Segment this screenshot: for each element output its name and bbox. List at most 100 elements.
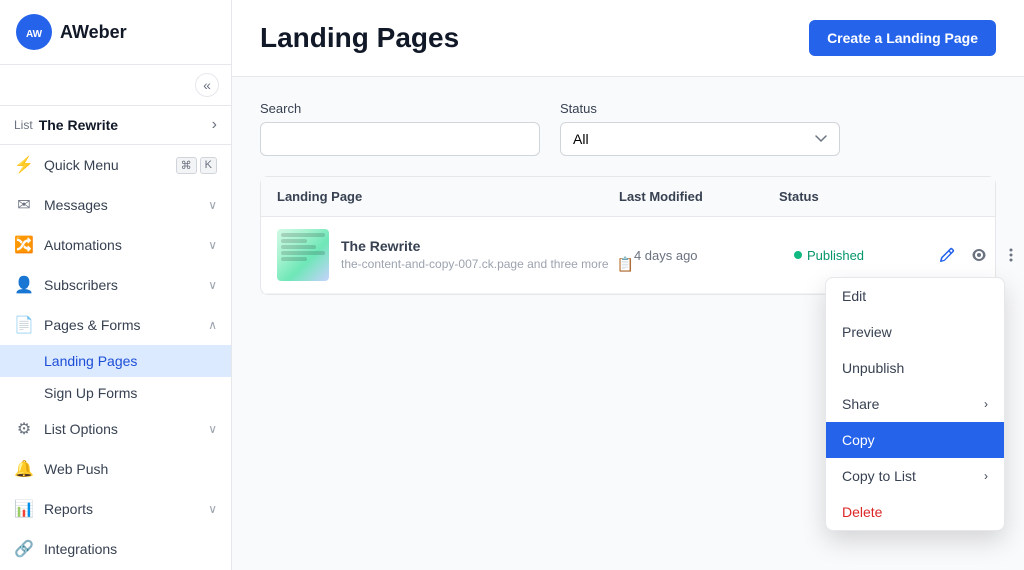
kbd-k: K	[200, 157, 217, 174]
menu-item-share[interactable]: Share ›	[826, 386, 1004, 422]
subscribers-icon: 👤	[14, 275, 34, 295]
search-input[interactable]	[260, 122, 540, 156]
integrations-icon: 🔗	[14, 539, 34, 559]
col-actions	[919, 189, 979, 204]
logo-area: AW AWeber	[0, 0, 231, 65]
page-name: The Rewrite	[341, 238, 634, 254]
edit-icon	[939, 247, 955, 263]
eye-icon	[971, 247, 987, 263]
kbd-cmd: ⌘	[176, 157, 197, 174]
nav-web-push[interactable]: 🔔 Web Push	[0, 449, 231, 489]
more-options-button[interactable]	[998, 242, 1024, 268]
web-push-label: Web Push	[44, 461, 217, 477]
menu-delete-label: Delete	[842, 504, 882, 520]
list-options-icon: ⚙	[14, 419, 34, 439]
status-dot-icon	[794, 251, 802, 259]
quick-menu-label: Quick Menu	[44, 157, 166, 173]
reports-icon: 📊	[14, 499, 34, 519]
thumb-line-5	[281, 257, 307, 261]
nav-subscribers[interactable]: 👤 Subscribers ∨	[0, 265, 231, 305]
search-label: Search	[260, 101, 540, 116]
collapse-sidebar-button[interactable]: «	[195, 73, 219, 97]
list-label: List	[14, 118, 33, 132]
status-filter-group: Status All Published Unpublished Draft	[560, 101, 840, 156]
menu-copy-to-list-label: Copy to List	[842, 468, 916, 484]
menu-edit-label: Edit	[842, 288, 866, 304]
search-filter-group: Search	[260, 101, 540, 156]
menu-item-edit[interactable]: Edit	[826, 278, 1004, 314]
menu-share-label: Share	[842, 396, 879, 412]
sidebar-item-landing-pages[interactable]: Landing Pages	[0, 345, 231, 377]
main-area: Landing Pages Create a Landing Page Sear…	[232, 0, 1024, 570]
menu-item-copy[interactable]: Copy	[826, 422, 1004, 458]
filters-row: Search Status All Published Unpublished …	[260, 101, 996, 156]
reports-label: Reports	[44, 501, 198, 517]
thumb-line-3	[281, 245, 316, 249]
menu-unpublish-label: Unpublish	[842, 360, 904, 376]
menu-item-copy-to-list[interactable]: Copy to List ›	[826, 458, 1004, 494]
pages-forms-icon: 📄	[14, 315, 34, 335]
menu-item-preview[interactable]: Preview	[826, 314, 1004, 350]
keyboard-shortcut: ⌘ K	[176, 157, 217, 174]
menu-item-unpublish[interactable]: Unpublish	[826, 350, 1004, 386]
col-landing-page: Landing Page	[277, 189, 619, 204]
nav-list-options[interactable]: ⚙ List Options ∨	[0, 409, 231, 449]
list-name: The Rewrite	[39, 117, 206, 133]
sign-up-forms-sub-label: Sign Up Forms	[44, 385, 137, 401]
menu-copy-label: Copy	[842, 432, 875, 448]
preview-button[interactable]	[966, 242, 992, 268]
messages-icon: ✉	[14, 195, 34, 215]
nav-pages-forms[interactable]: 📄 Pages & Forms ∧	[0, 305, 231, 345]
status-text: Published	[807, 248, 864, 263]
automations-label: Automations	[44, 237, 198, 253]
quick-menu-icon: ⚡	[14, 155, 34, 175]
automations-icon: 🔀	[14, 235, 34, 255]
svg-text:AW: AW	[26, 29, 43, 40]
create-landing-page-button[interactable]: Create a Landing Page	[809, 20, 996, 56]
list-options-chevron-icon: ∨	[208, 422, 217, 436]
copy-link-icon[interactable]: 📋	[617, 256, 634, 273]
page-title: Landing Pages	[260, 22, 459, 54]
page-details: The Rewrite the-content-and-copy-007.ck.…	[341, 238, 634, 273]
list-selector[interactable]: List The Rewrite ›	[0, 106, 231, 145]
thumb-line-1	[281, 233, 325, 237]
more-dots-icon	[1003, 247, 1019, 263]
brand-name: AWeber	[60, 22, 127, 43]
col-status: Status	[779, 189, 919, 204]
automations-chevron-icon: ∨	[208, 238, 217, 252]
landing-pages-sub-label: Landing Pages	[44, 353, 137, 369]
messages-label: Messages	[44, 197, 198, 213]
page-thumbnail	[277, 229, 329, 281]
nav-quick-menu[interactable]: ⚡ Quick Menu ⌘ K	[0, 145, 231, 185]
nav-reports[interactable]: 📊 Reports ∨	[0, 489, 231, 529]
page-url: the-content-and-copy-007.ck.page and thr…	[341, 257, 609, 271]
page-info-cell: The Rewrite the-content-and-copy-007.ck.…	[277, 229, 634, 281]
thumbnail-preview	[277, 229, 329, 281]
menu-item-delete[interactable]: Delete	[826, 494, 1004, 530]
context-menu: Edit Preview Unpublish Share › Copy	[825, 277, 1005, 531]
table-header: Landing Page Last Modified Status	[261, 177, 995, 217]
nav-integrations[interactable]: 🔗 Integrations	[0, 529, 231, 569]
landing-pages-table: Landing Page Last Modified Status	[260, 176, 996, 295]
pages-forms-label: Pages & Forms	[44, 317, 198, 333]
modified-text: 4 days ago	[634, 248, 698, 263]
messages-chevron-icon: ∨	[208, 198, 217, 212]
copy-to-list-chevron-icon: ›	[984, 469, 988, 483]
nav-messages[interactable]: ✉ Messages ∨	[0, 185, 231, 225]
status-cell: Published	[794, 248, 934, 263]
main-header: Landing Pages Create a Landing Page	[232, 0, 1024, 77]
status-select[interactable]: All Published Unpublished Draft	[560, 122, 840, 156]
subscribers-chevron-icon: ∨	[208, 278, 217, 292]
thumb-line-4	[281, 251, 325, 255]
status-label: Status	[560, 101, 840, 116]
list-chevron-icon: ›	[212, 116, 217, 134]
collapse-area: «	[0, 65, 231, 106]
edit-button[interactable]	[934, 242, 960, 268]
subscribers-label: Subscribers	[44, 277, 198, 293]
sidebar-item-sign-up-forms[interactable]: Sign Up Forms	[0, 377, 231, 409]
nav-automations[interactable]: 🔀 Automations ∨	[0, 225, 231, 265]
col-last-modified: Last Modified	[619, 189, 779, 204]
list-options-label: List Options	[44, 421, 198, 437]
row-actions	[934, 242, 994, 268]
web-push-icon: 🔔	[14, 459, 34, 479]
